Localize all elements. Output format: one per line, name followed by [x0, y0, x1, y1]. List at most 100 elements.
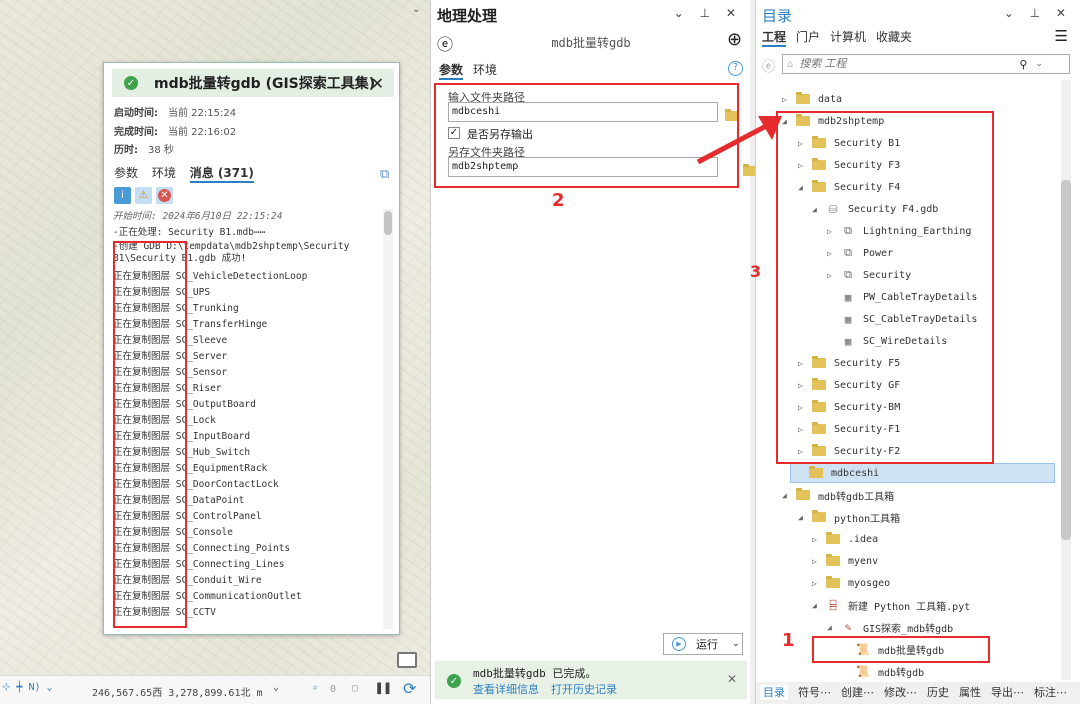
scrollbar[interactable]: [383, 209, 393, 629]
folder-icon: [796, 488, 810, 500]
tree-item-label: myenv: [848, 555, 879, 567]
script-icon: 📜: [856, 664, 870, 678]
tree-item[interactable]: 📜 mdb转gdb: [842, 661, 924, 681]
expand-icon[interactable]: ◢: [782, 491, 792, 500]
tree-item[interactable]: ◢ python工具箱: [798, 507, 900, 527]
home-icon: ⌂: [787, 58, 794, 70]
folder-icon: [796, 92, 810, 104]
pane-controls[interactable]: ⌄ ⊥ ✕: [674, 6, 742, 20]
expand-icon[interactable]: ▷: [812, 579, 822, 588]
bottom-tab[interactable]: 符号⋯: [798, 686, 831, 699]
catalog-pane: 目录 ⌄ ⊥ ✕ 工程门户计算机收藏夹 ☰ ⓔ ⌂ ⚲⌄ ▷data◢mdb2s…: [750, 0, 1080, 704]
tree-item[interactable]: mdbceshi: [790, 463, 1055, 483]
scrollbar[interactable]: [1061, 80, 1071, 680]
tree-item-label: myosgeo: [848, 577, 891, 589]
info-filter-icon[interactable]: i: [114, 187, 131, 204]
chevron-down-icon[interactable]: ⌄: [1035, 59, 1043, 69]
expand-icon[interactable]: ▷: [782, 95, 792, 104]
expand-icon[interactable]: ◢: [827, 623, 837, 632]
tree-item-label: data: [818, 93, 843, 105]
close-icon[interactable]: ✕: [371, 74, 384, 93]
help-icon[interactable]: ?: [728, 61, 743, 76]
tree-item-label: mdbceshi: [831, 467, 880, 479]
expand-icon[interactable]: ◢: [812, 601, 822, 610]
bottom-tab[interactable]: 修改⋯: [884, 686, 917, 699]
geoprocessing-pane: 地理处理 ⌄ ⊥ ✕ ⓔ mdb批量转gdb ⊕ 参数 环境 ? 输入文件夹路径 …: [430, 0, 757, 704]
copy-icon[interactable]: ⧉: [380, 167, 389, 182]
tab-env[interactable]: 环境: [152, 166, 176, 180]
annotation-number: 3: [750, 262, 762, 281]
expand-icon[interactable]: ◢: [798, 513, 808, 522]
bottom-tab[interactable]: 创建⋯: [841, 686, 874, 699]
bottom-tab[interactable]: 属性: [959, 686, 981, 699]
open-history-link[interactable]: 打开历史记录: [551, 683, 617, 696]
run-button[interactable]: ▶ 运行 ⌄: [663, 633, 743, 655]
chevron-down-icon[interactable]: ⌄: [732, 639, 740, 649]
tree-item[interactable]: ▷ data: [782, 89, 842, 109]
add-icon[interactable]: ⊕: [727, 29, 742, 50]
selection-icon[interactable]: ⌕: [312, 683, 318, 694]
catalog-search[interactable]: ⌂ ⚲ ⌄: [782, 54, 1070, 74]
tab-project[interactable]: 工程: [762, 30, 787, 47]
warning-filter-icon[interactable]: ⚠: [135, 187, 152, 204]
snapping-icon[interactable]: ⊹ ┿ N⟩ ⌄: [2, 682, 53, 693]
annotation-number: 2: [552, 190, 565, 211]
refresh-icon[interactable]: ⟳: [403, 679, 416, 698]
tab-params[interactable]: 参数: [439, 63, 464, 80]
end-time: 完成时间: 当前 22:16:02: [114, 127, 237, 138]
chevron-down-icon[interactable]: ⌄: [273, 682, 279, 693]
tab-params[interactable]: 参数: [114, 166, 138, 180]
run-label: 运行: [696, 638, 718, 651]
popup-title: mdb批量转gdb (GIS探索工具集): [154, 76, 376, 92]
tree-item[interactable]: ◢ mdb转gdb工具箱: [782, 485, 894, 505]
tree-item-label: 新建 Python 工具箱.pyt: [848, 601, 971, 613]
tree-item-label: .idea: [848, 533, 879, 545]
tab-portal[interactable]: 门户: [796, 30, 820, 44]
error-filter-icon[interactable]: ✕: [158, 189, 171, 202]
tree-item[interactable]: ▷ .idea: [812, 529, 878, 549]
folder-icon: [826, 554, 840, 566]
annotation-box: [776, 111, 994, 464]
search-icon[interactable]: ⚲: [1019, 58, 1027, 71]
tab-env[interactable]: 环境: [473, 63, 497, 77]
menu-icon[interactable]: ☰: [1055, 27, 1068, 45]
folder-icon: [812, 510, 826, 522]
pause-icon[interactable]: ❚❚: [375, 680, 392, 696]
tab-favorites[interactable]: 收藏夹: [876, 30, 912, 44]
back-icon[interactable]: ⓔ: [762, 56, 775, 75]
tree-item[interactable]: ▷ myenv: [812, 551, 878, 571]
pane-controls[interactable]: ⌄ ⊥ ✕: [1004, 6, 1072, 20]
folder-icon: [809, 466, 823, 478]
close-icon[interactable]: ✕: [727, 672, 737, 686]
completion-message: mdb批量转gdb 已完成。: [473, 667, 597, 680]
selected-count: 0: [330, 684, 337, 695]
expand-icon[interactable]: ▷: [812, 557, 822, 566]
popup-header: ✓ mdb批量转gdb (GIS探索工具集) ✕: [112, 69, 394, 97]
toolset-icon: ✎: [844, 620, 852, 634]
pane-title: 地理处理: [437, 7, 498, 25]
table-icon[interactable]: ▢: [352, 683, 358, 694]
tree-item[interactable]: ▷ myosgeo: [812, 573, 890, 593]
chevron-down-icon[interactable]: ⌄: [412, 4, 420, 15]
tree-item-label: python工具箱: [834, 513, 901, 525]
tree-item[interactable]: ◢ ⌸ 新建 Python 工具箱.pyt: [812, 595, 970, 615]
map-notes-icon[interactable]: [397, 652, 417, 668]
tool-result-popup: ✓ mdb批量转gdb (GIS探索工具集) ✕ 启动时间: 当前 22:15:2…: [103, 62, 400, 635]
view-details-link[interactable]: 查看详细信息: [473, 683, 539, 696]
tree-item[interactable]: ◢ ✎ GIS探索_mdb转gdb: [827, 617, 953, 637]
expand-icon[interactable]: ▷: [812, 535, 822, 544]
tool-name: mdb批量转gdb: [551, 36, 631, 50]
status-bar: ⊹ ┿ N⟩ ⌄ 246,567.65西 3,278,899.61北 m ⌄ ⌕…: [0, 675, 430, 704]
folder-icon: [826, 576, 840, 588]
success-icon: ✓: [447, 674, 461, 688]
bottom-tab[interactable]: 标注⋯: [1034, 686, 1067, 699]
bottom-tab[interactable]: 目录: [760, 685, 788, 700]
success-icon: ✓: [124, 76, 138, 90]
tab-computer[interactable]: 计算机: [830, 30, 866, 44]
toolbox-icon: ⌸: [829, 598, 837, 612]
bottom-tab[interactable]: 导出⋯: [991, 686, 1024, 699]
search-input[interactable]: [799, 58, 1020, 70]
tree-item-label: mdb转gdb: [878, 667, 925, 679]
bottom-tab[interactable]: 历史: [927, 686, 949, 699]
tab-messages[interactable]: 消息 (371): [189, 166, 254, 183]
